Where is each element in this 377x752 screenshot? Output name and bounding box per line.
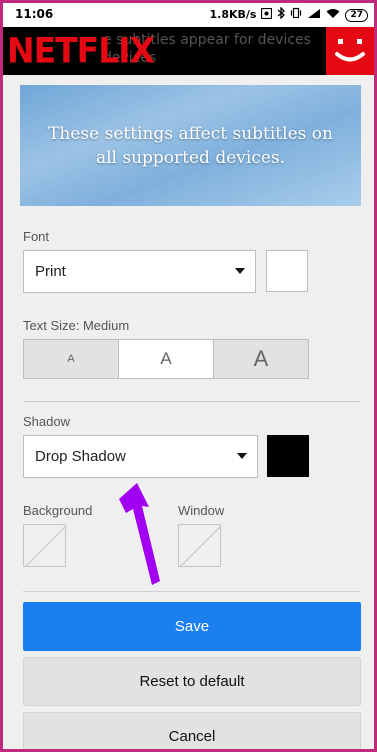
netflix-logo[interactable]: NETFLIX	[7, 32, 155, 70]
window-color-swatch[interactable]	[178, 524, 222, 568]
text-size-small-button[interactable]: A	[24, 340, 119, 378]
save-button[interactable]: Save	[23, 602, 361, 651]
annotation-arrow-icon	[119, 483, 160, 585]
font-select-value: Print	[35, 263, 66, 280]
app-frame: 11:06 1.8KB/s 27 e subtitles appear for …	[0, 0, 377, 752]
battery-icon: 27	[345, 8, 368, 22]
font-label: Font	[23, 229, 50, 244]
status-icons: 1.8KB/s 27	[209, 6, 368, 23]
text-size-medium-button[interactable]: A	[119, 340, 214, 378]
chevron-down-icon	[237, 453, 247, 459]
none-slash-icon	[179, 525, 222, 568]
shadow-select[interactable]: Drop Shadow	[23, 435, 258, 478]
background-color-swatch[interactable]	[23, 524, 67, 568]
status-time: 11:06	[15, 7, 54, 21]
wifi-icon	[326, 8, 340, 23]
vibrate-icon	[290, 7, 302, 23]
cancel-button[interactable]: Cancel	[23, 712, 361, 749]
screen-record-icon	[261, 7, 273, 23]
divider	[23, 401, 360, 402]
signal-icon	[307, 8, 321, 23]
shadow-color-swatch[interactable]	[267, 435, 309, 477]
bluetooth-icon	[277, 6, 286, 23]
font-color-swatch[interactable]	[266, 250, 308, 292]
reset-to-default-button[interactable]: Reset to default	[23, 657, 361, 706]
font-select[interactable]: Print	[23, 250, 256, 293]
shadow-label: Shadow	[23, 414, 70, 429]
smiley-face-icon	[335, 39, 365, 62]
banner-text: These settings affect subtitles on all s…	[48, 123, 333, 168]
window-label: Window	[178, 503, 225, 518]
text-size-label: Text Size: Medium	[23, 318, 130, 333]
app-header: e subtitles appear for devices devices N…	[3, 27, 374, 75]
text-size-large-button[interactable]: A	[214, 340, 308, 378]
text-size-selector: A A A	[23, 339, 309, 379]
subtitle-settings-content: These settings affect subtitles on all s…	[3, 75, 374, 749]
info-banner: These settings affect subtitles on all s…	[20, 85, 361, 206]
status-bar: 11:06 1.8KB/s 27	[3, 3, 374, 27]
chevron-down-icon	[235, 268, 245, 274]
background-label: Background	[23, 503, 93, 518]
network-speed: 1.8KB/s	[209, 8, 257, 21]
divider	[23, 591, 360, 592]
profile-avatar[interactable]	[326, 27, 374, 75]
none-slash-icon	[24, 525, 67, 568]
shadow-select-value: Drop Shadow	[35, 448, 126, 465]
